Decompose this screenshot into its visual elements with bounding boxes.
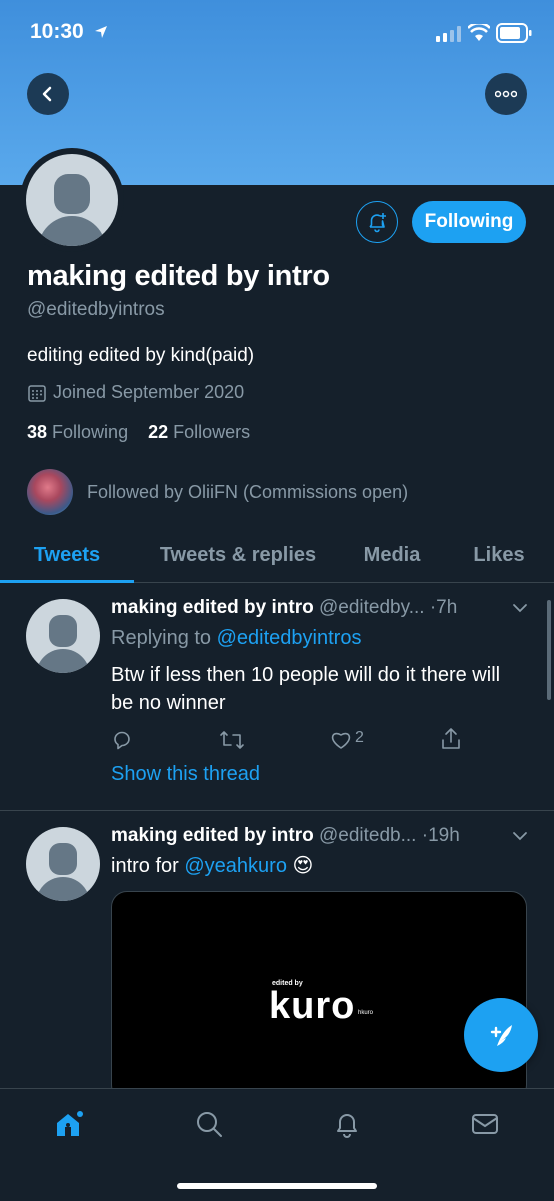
reply-context: Replying to @editedbyintros	[111, 627, 362, 649]
profile-avatar[interactable]	[20, 148, 124, 252]
follow-counts: 38 Following 22 Followers	[27, 422, 250, 443]
tweet-avatar[interactable]	[26, 827, 100, 901]
tweet-time: 7h	[436, 597, 458, 618]
battery-icon	[496, 23, 532, 43]
media-big-text: kuro	[269, 985, 356, 1027]
search-icon	[197, 1112, 222, 1137]
followers-count-link[interactable]: 22 Followers	[148, 422, 250, 442]
status-time: 10:30	[30, 20, 108, 44]
tweet-author-handle: @editedb...	[318, 825, 417, 846]
followed-by-row[interactable]: Followed by OliiFN (Commissions open)	[27, 469, 408, 515]
tweet-author-name: making edited by intro	[111, 825, 314, 846]
cellular-signal-icon	[436, 26, 461, 42]
follower-avatar	[27, 469, 73, 515]
reply-to-link[interactable]: @editedbyintros	[217, 627, 362, 649]
location-arrow-icon	[94, 26, 107, 39]
reply-icon[interactable]	[111, 729, 133, 751]
tweet-item[interactable]: making edited by intro @editedby... ·7h …	[0, 583, 554, 809]
mention-link[interactable]: @yeahkuro	[184, 855, 287, 877]
share-icon[interactable]	[440, 727, 462, 751]
nav-notifications[interactable]	[330, 1107, 364, 1141]
following-button[interactable]: Following	[412, 201, 526, 243]
tweet-header: making edited by intro @editedb... ·19h	[111, 825, 460, 846]
joined-date-text: Joined September 2020	[53, 382, 245, 402]
calendar-icon	[28, 384, 46, 402]
tab-media[interactable]: Media	[344, 528, 440, 582]
chevron-down-icon[interactable]	[512, 603, 528, 613]
tweet-header: making edited by intro @editedby... ·7h	[111, 597, 458, 618]
wifi-icon	[468, 24, 490, 41]
scrollbar[interactable]	[547, 600, 551, 700]
nav-search[interactable]	[192, 1107, 226, 1141]
tweet-text: Btw if less then 10 people will do it th…	[111, 664, 501, 714]
home-indicator	[177, 1183, 377, 1189]
home-icon	[57, 1111, 83, 1136]
chevron-left-icon	[42, 86, 52, 102]
more-options-button[interactable]	[485, 73, 527, 115]
bell-icon	[337, 1114, 357, 1138]
tab-tweets-and-replies[interactable]: Tweets & replies	[142, 528, 334, 582]
retweet-icon[interactable]	[219, 729, 245, 751]
profile-tabs: Tweets Tweets & replies Media Likes	[0, 528, 554, 583]
notifications-subscribe-button[interactable]	[356, 201, 398, 243]
default-avatar-icon	[26, 154, 118, 246]
media-tiny-text: hkuro	[358, 1010, 374, 1016]
compose-feather-icon	[490, 1025, 512, 1046]
compose-tweet-button[interactable]	[464, 998, 538, 1072]
followed-by-text: Followed by OliiFN (Commissions open)	[87, 481, 409, 502]
like-count: 2	[355, 729, 364, 746]
profile-bio: editing edited by kind(paid)	[27, 345, 255, 366]
tweet-author-name: making edited by intro	[111, 597, 314, 618]
tweet-actions: 2	[111, 727, 471, 753]
tweet-avatar[interactable]	[26, 599, 100, 673]
more-dots-icon	[495, 90, 517, 98]
nav-home[interactable]	[52, 1107, 86, 1141]
tab-likes[interactable]: Likes	[454, 528, 544, 582]
back-button[interactable]	[27, 73, 69, 115]
show-thread-link[interactable]: Show this thread	[111, 763, 260, 786]
profile-handle: @editedbyintros	[27, 299, 165, 320]
bell-plus-icon	[369, 213, 386, 233]
profile-name: making edited by intro	[27, 260, 330, 292]
heart-eyes-emoji: 😍	[292, 855, 314, 877]
status-bar: 10:30	[0, 0, 554, 68]
joined-date: Joined September 2020	[27, 382, 244, 403]
like-heart-icon[interactable]	[330, 730, 352, 750]
tweet-author-handle: @editedby...	[318, 597, 425, 618]
tweet-text: intro for @yeahkuro 😍	[111, 855, 314, 877]
tweet-time: 19h	[428, 825, 460, 846]
chevron-down-icon[interactable]	[512, 831, 528, 841]
following-count-link[interactable]: 38 Following	[27, 422, 128, 442]
tab-tweets[interactable]: Tweets	[0, 528, 134, 582]
mail-icon	[472, 1114, 498, 1134]
nav-messages[interactable]	[468, 1107, 502, 1141]
tweet-media-video[interactable]: edited by kuro hkuro	[111, 891, 527, 1101]
